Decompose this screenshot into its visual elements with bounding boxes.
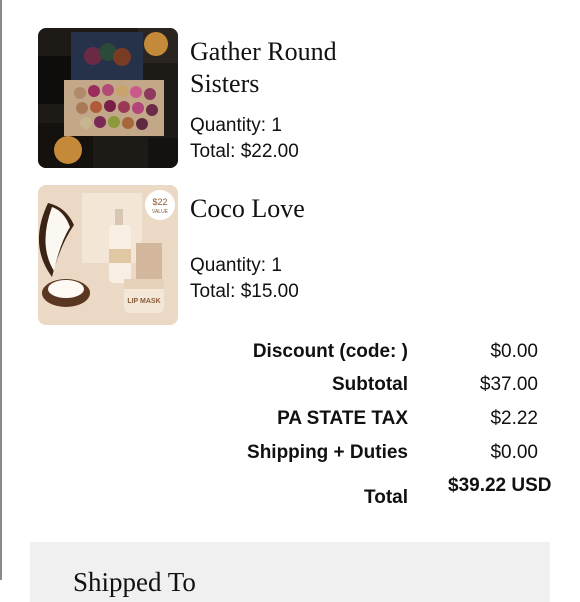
total-label: Total (364, 487, 408, 508)
product-name[interactable]: Gather Round Sisters (190, 36, 410, 100)
tax-value: $2.22 (490, 408, 538, 429)
product-image[interactable]: $22 VALUE LIP MASK (38, 185, 178, 325)
order-item: Gather Round Sisters Quantity: 1 Total: … (38, 28, 558, 170)
discount-value: $0.00 (490, 341, 538, 362)
value-badge-price: $22 (152, 197, 167, 207)
tax-row: PA STATE TAX $2.22 (0, 405, 580, 435)
discount-row: Discount (code: ) $0.00 (0, 338, 580, 368)
product-name[interactable]: Coco Love (190, 193, 410, 225)
product-total: Total: $15.00 (190, 281, 299, 302)
product-total: Total: $22.00 (190, 141, 299, 162)
shipping-value: $0.00 (490, 442, 538, 463)
discount-label: Discount (code: ) (252, 341, 408, 362)
shipping-heading: Shipped To (73, 567, 196, 597)
coconut-skincare-set-icon: $22 VALUE LIP MASK (38, 185, 178, 325)
product-quantity: Quantity: 1 (190, 255, 282, 276)
subtotal-row: Subtotal $37.00 (0, 371, 580, 401)
value-badge-sub: VALUE (152, 209, 169, 215)
shipping-row: Shipping + Duties $0.00 (0, 439, 580, 469)
product-image[interactable] (38, 28, 178, 168)
product-quantity: Quantity: 1 (190, 115, 282, 136)
shipping-address-panel: Shipped To (30, 542, 550, 602)
lip-mask-label: LIP MASK (127, 298, 160, 305)
subtotal-label: Subtotal (332, 374, 408, 395)
subtotal-value: $37.00 (479, 374, 538, 395)
tax-label: PA STATE TAX (277, 408, 408, 429)
eyeshadow-palette-icon (38, 28, 178, 168)
order-item: $22 VALUE LIP MASK Coco Love Quantity: 1… (38, 185, 558, 327)
total-value: $39.22 USD (448, 475, 552, 496)
shipping-label: Shipping + Duties (247, 442, 408, 463)
total-row: Total $39.22 USD (0, 473, 580, 525)
